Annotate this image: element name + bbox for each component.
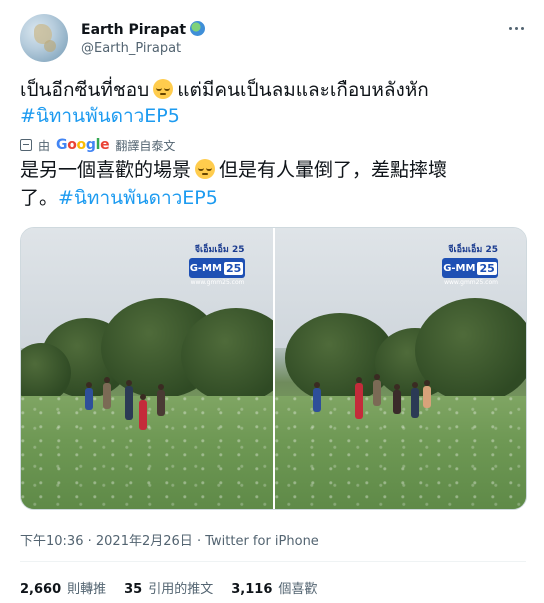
- rolling-eyes-emoji-icon: [195, 159, 216, 179]
- channel-logo-text: G-MM: [189, 262, 222, 274]
- google-logo[interactable]: Google: [56, 137, 110, 153]
- tweet-original-line-1: เป็นอีกซีนที่ชอบ แต่มีคนเป็นลมและเกือบหลั…: [20, 78, 429, 103]
- translate-prefix: 由: [38, 138, 51, 153]
- channel-logo: จีเอ็มเอ็ม 25 G-MM 25 www.gmm25.com: [442, 242, 498, 294]
- tweet-text: แต่มีคนเป็นลมและเกือบหลังหัก: [177, 79, 429, 101]
- translate-suffix: 翻譯自泰文: [115, 138, 176, 153]
- rolling-eyes-emoji-icon: [153, 79, 174, 99]
- channel-name: จีเอ็มเอ็ม 25: [194, 245, 245, 255]
- translated-text: 是另一個喜歡的場景: [20, 159, 192, 181]
- tweet-stats: 2,660 則轉推 35 引用的推文 3,116 個喜歡: [20, 578, 317, 597]
- translation-attribution: 由 Google 翻譯自泰文: [20, 137, 175, 153]
- translated-text: 但是有人暈倒了，差點摔壞: [219, 159, 448, 181]
- tweet-translated-line-1: 是另一個喜歡的場景 但是有人暈倒了，差點摔壞: [20, 158, 447, 183]
- likes-label: 個喜歡: [278, 582, 318, 597]
- divider: [20, 561, 526, 562]
- tweet-date[interactable]: 2021年2月26日: [96, 534, 193, 549]
- likes-count: 3,116: [231, 582, 273, 597]
- quotes-stat[interactable]: 35 引用的推文: [124, 578, 213, 597]
- globe-emoji-icon: [190, 21, 206, 36]
- tweet-media[interactable]: จีเอ็มเอ็ม 25 G-MM 25 www.gmm25.com จีเอ็…: [20, 227, 527, 510]
- channel-url: www.gmm25.com: [190, 279, 245, 286]
- author-name-text[interactable]: Earth Pirapat: [81, 22, 186, 38]
- author-handle[interactable]: @Earth_Pirapat: [81, 41, 181, 56]
- channel-url: www.gmm25.com: [444, 279, 498, 286]
- more-options-icon[interactable]: [506, 18, 526, 38]
- quotes-count: 35: [124, 582, 143, 597]
- channel-name: จีเอ็มเอ็ม 25: [448, 245, 498, 255]
- hashtag-link[interactable]: #นิทานพันดาวEP5: [20, 104, 180, 129]
- likes-stat[interactable]: 3,116 個喜歡: [231, 578, 317, 597]
- avatar[interactable]: [20, 14, 68, 62]
- retweets-label: 則轉推: [67, 582, 107, 597]
- retweets-count: 2,660: [20, 582, 62, 597]
- tweet-text: เป็นอีกซีนที่ชอบ: [20, 79, 150, 101]
- tweet-translated-line-2: 了。#นิทานพันดาวEP5: [20, 186, 218, 211]
- quotes-label: 引用的推文: [148, 582, 214, 597]
- separator: ·: [87, 534, 92, 549]
- separator: ·: [196, 534, 202, 549]
- hashtag-link[interactable]: #นิทานพันดาวEP5: [58, 187, 218, 209]
- author-name[interactable]: Earth Pirapat: [81, 21, 206, 38]
- tweet-header: Earth Pirapat @Earth_Pirapat: [20, 14, 530, 62]
- media-image-2[interactable]: จีเอ็มเอ็ม 25 G-MM 25 www.gmm25.com: [274, 228, 526, 509]
- translated-text: 了。: [20, 187, 59, 209]
- channel-logo: จีเอ็มเอ็ม 25 G-MM 25 www.gmm25.com: [188, 242, 245, 294]
- tweet-time[interactable]: 下午10:36: [20, 534, 83, 549]
- channel-number: 25: [223, 261, 244, 275]
- tweet-source[interactable]: Twitter for iPhone: [205, 534, 319, 549]
- translate-icon: [20, 139, 32, 151]
- retweets-stat[interactable]: 2,660 則轉推: [20, 578, 106, 597]
- channel-number: 25: [477, 261, 497, 275]
- channel-logo-text: G-MM: [443, 262, 476, 274]
- media-image-1[interactable]: จีเอ็มเอ็ม 25 G-MM 25 www.gmm25.com: [21, 228, 273, 509]
- tweet-timestamp: 下午10:36 · 2021年2月26日 · Twitter for iPhon…: [20, 530, 319, 549]
